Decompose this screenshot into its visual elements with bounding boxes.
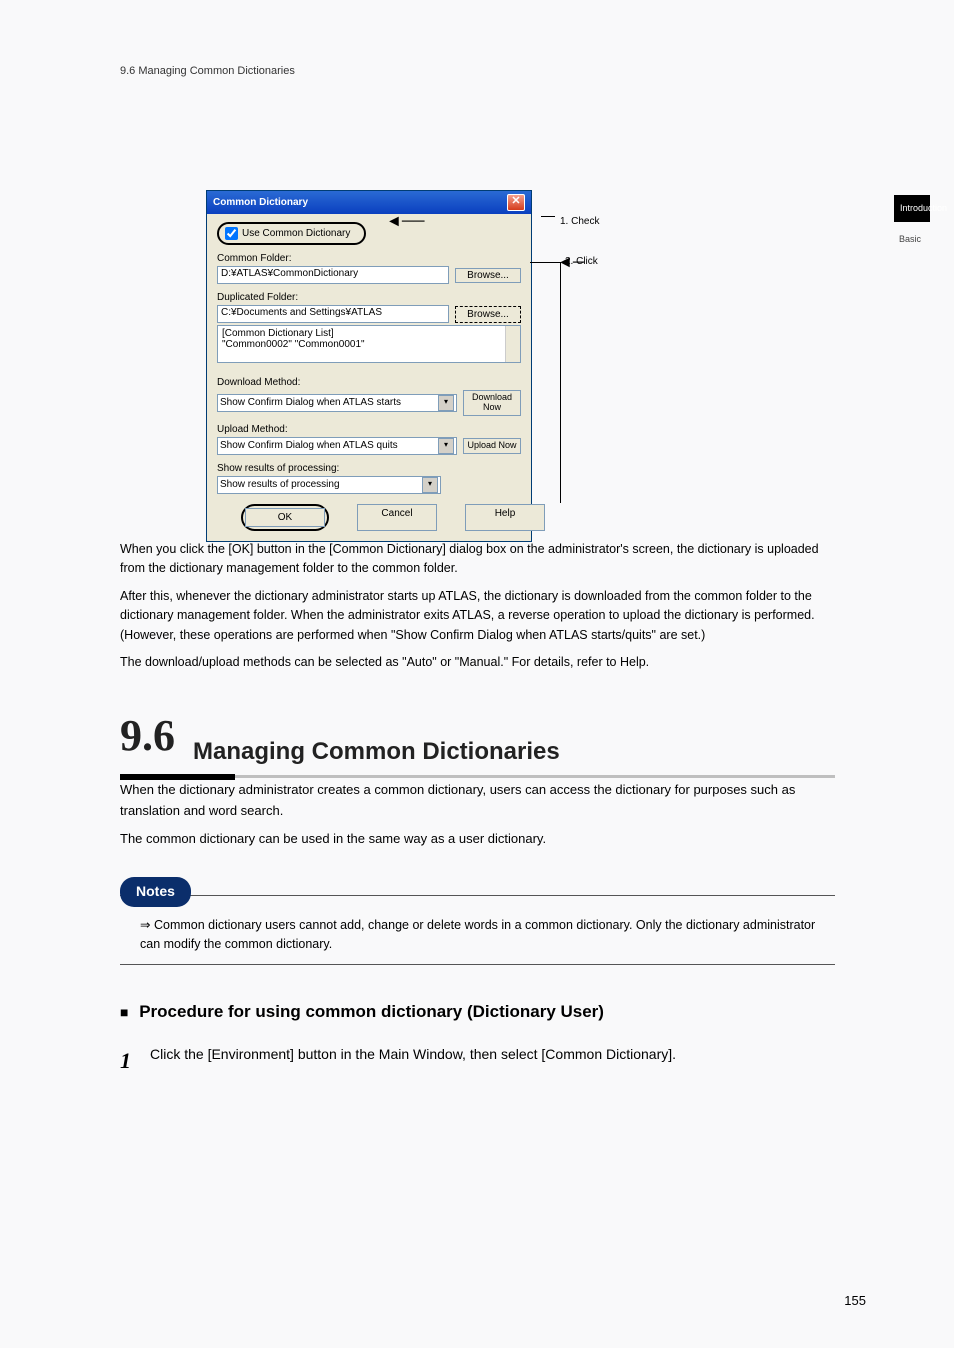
chapter-bottom-text: Basic — [899, 234, 921, 244]
step-5-para-1: When you click the [OK] button in the [C… — [120, 540, 835, 579]
step-5-para-2: After this, whenever the dictionary admi… — [120, 587, 835, 645]
section-lead-2: The common dictionary can be used in the… — [120, 829, 835, 849]
callout-2-text: 2. Click — [565, 256, 598, 267]
chevron-down-icon[interactable]: ▾ — [438, 438, 454, 454]
page-number: 155 — [844, 1293, 866, 1308]
callout-1: 1. Check — [560, 216, 599, 227]
procedure-heading-text: Procedure for using common dictionary (D… — [139, 1002, 604, 1021]
common-dictionary-list[interactable]: [Common Dictionary List] "Common0002" "C… — [217, 325, 521, 363]
common-folder-input[interactable]: D:¥ATLAS¥CommonDictionary — [217, 266, 449, 284]
common-dictionary-dialog: Common Dictionary ✕ Use Common Dictionar… — [206, 190, 532, 542]
step-1: 1 Click the [Environment] button in the … — [120, 1044, 835, 1078]
section-lead-1: When the dictionary administrator create… — [120, 780, 835, 820]
section-head: 9.6 Managing Common Dictionaries — [120, 702, 835, 770]
upload-now-button[interactable]: Upload Now — [463, 438, 521, 454]
duplicated-folder-input[interactable]: C:¥Documents and Settings¥ATLAS — [217, 305, 449, 323]
list-values: "Common0002" "Common0001" — [222, 339, 516, 350]
help-button[interactable]: Help — [465, 504, 545, 531]
arrow-right-icon: ⇒ — [140, 918, 150, 932]
callout-2-top: 2. Click — [565, 256, 598, 267]
step-number: 1 — [120, 1044, 150, 1078]
show-results-value: Show results of processing — [220, 479, 340, 490]
browse-duplicated-button[interactable]: Browse... — [455, 306, 521, 323]
download-method-value: Show Confirm Dialog when ATLAS starts — [220, 397, 401, 408]
section-title: Managing Common Dictionaries — [193, 733, 835, 770]
chevron-down-icon[interactable]: ▾ — [422, 477, 438, 493]
duplicated-folder-label: Duplicated Folder: — [217, 292, 521, 303]
upload-method-select[interactable]: Show Confirm Dialog when ATLAS quits ▾ — [217, 437, 457, 455]
chapter-bottom: Basic — [894, 222, 926, 257]
upload-method-value: Show Confirm Dialog when ATLAS quits — [220, 440, 398, 451]
download-method-select[interactable]: Show Confirm Dialog when ATLAS starts ▾ — [217, 394, 457, 412]
close-icon[interactable]: ✕ — [507, 194, 525, 211]
chapter-top-text: Introduction — [900, 203, 924, 214]
download-now-button[interactable]: Download Now — [463, 390, 521, 416]
scrollbar[interactable] — [505, 326, 520, 362]
step-text: Click the [Environment] button in the Ma… — [150, 1044, 835, 1078]
title-bar: Common Dictionary ✕ — [207, 191, 531, 214]
use-common-dictionary-checkbox-wrap: Use Common Dictionary — [217, 222, 366, 245]
dialog-title: Common Dictionary — [213, 197, 308, 208]
section-number: 9.6 — [120, 702, 175, 770]
use-common-label: Use Common Dictionary — [242, 228, 350, 239]
procedure-heading: ■ Procedure for using common dictionary … — [120, 999, 835, 1025]
list-header: [Common Dictionary List] — [222, 328, 516, 339]
square-bullet-icon: ■ — [120, 1004, 128, 1020]
notes-box: Notes ⇒ Common dictionary users cannot a… — [120, 877, 835, 965]
chevron-down-icon[interactable]: ▾ — [438, 395, 454, 411]
upload-method-label: Upload Method: — [217, 424, 521, 435]
common-folder-label: Common Folder: — [217, 253, 521, 264]
ok-highlight: OK — [241, 504, 329, 531]
chapter-sidebar: Introduction Basic — [894, 195, 930, 257]
browse-common-button[interactable]: Browse... — [455, 268, 521, 283]
show-results-label: Show results of processing: — [217, 463, 521, 474]
cancel-button[interactable]: Cancel — [357, 504, 437, 531]
arrow-icon: ◄── — [386, 213, 425, 231]
notes-text: Common dictionary users cannot add, chan… — [140, 918, 815, 951]
step-5-para-3: The download/upload methods can be selec… — [120, 653, 835, 672]
download-method-label: Download Method: — [217, 377, 521, 388]
chapter-top: Introduction — [894, 195, 930, 222]
use-common-dictionary-checkbox[interactable] — [225, 227, 238, 240]
show-results-select[interactable]: Show results of processing ▾ — [217, 476, 441, 494]
page-header: 9.6 Managing Common Dictionaries — [120, 65, 295, 77]
notes-badge: Notes — [120, 877, 191, 907]
ok-button[interactable]: OK — [245, 508, 325, 527]
